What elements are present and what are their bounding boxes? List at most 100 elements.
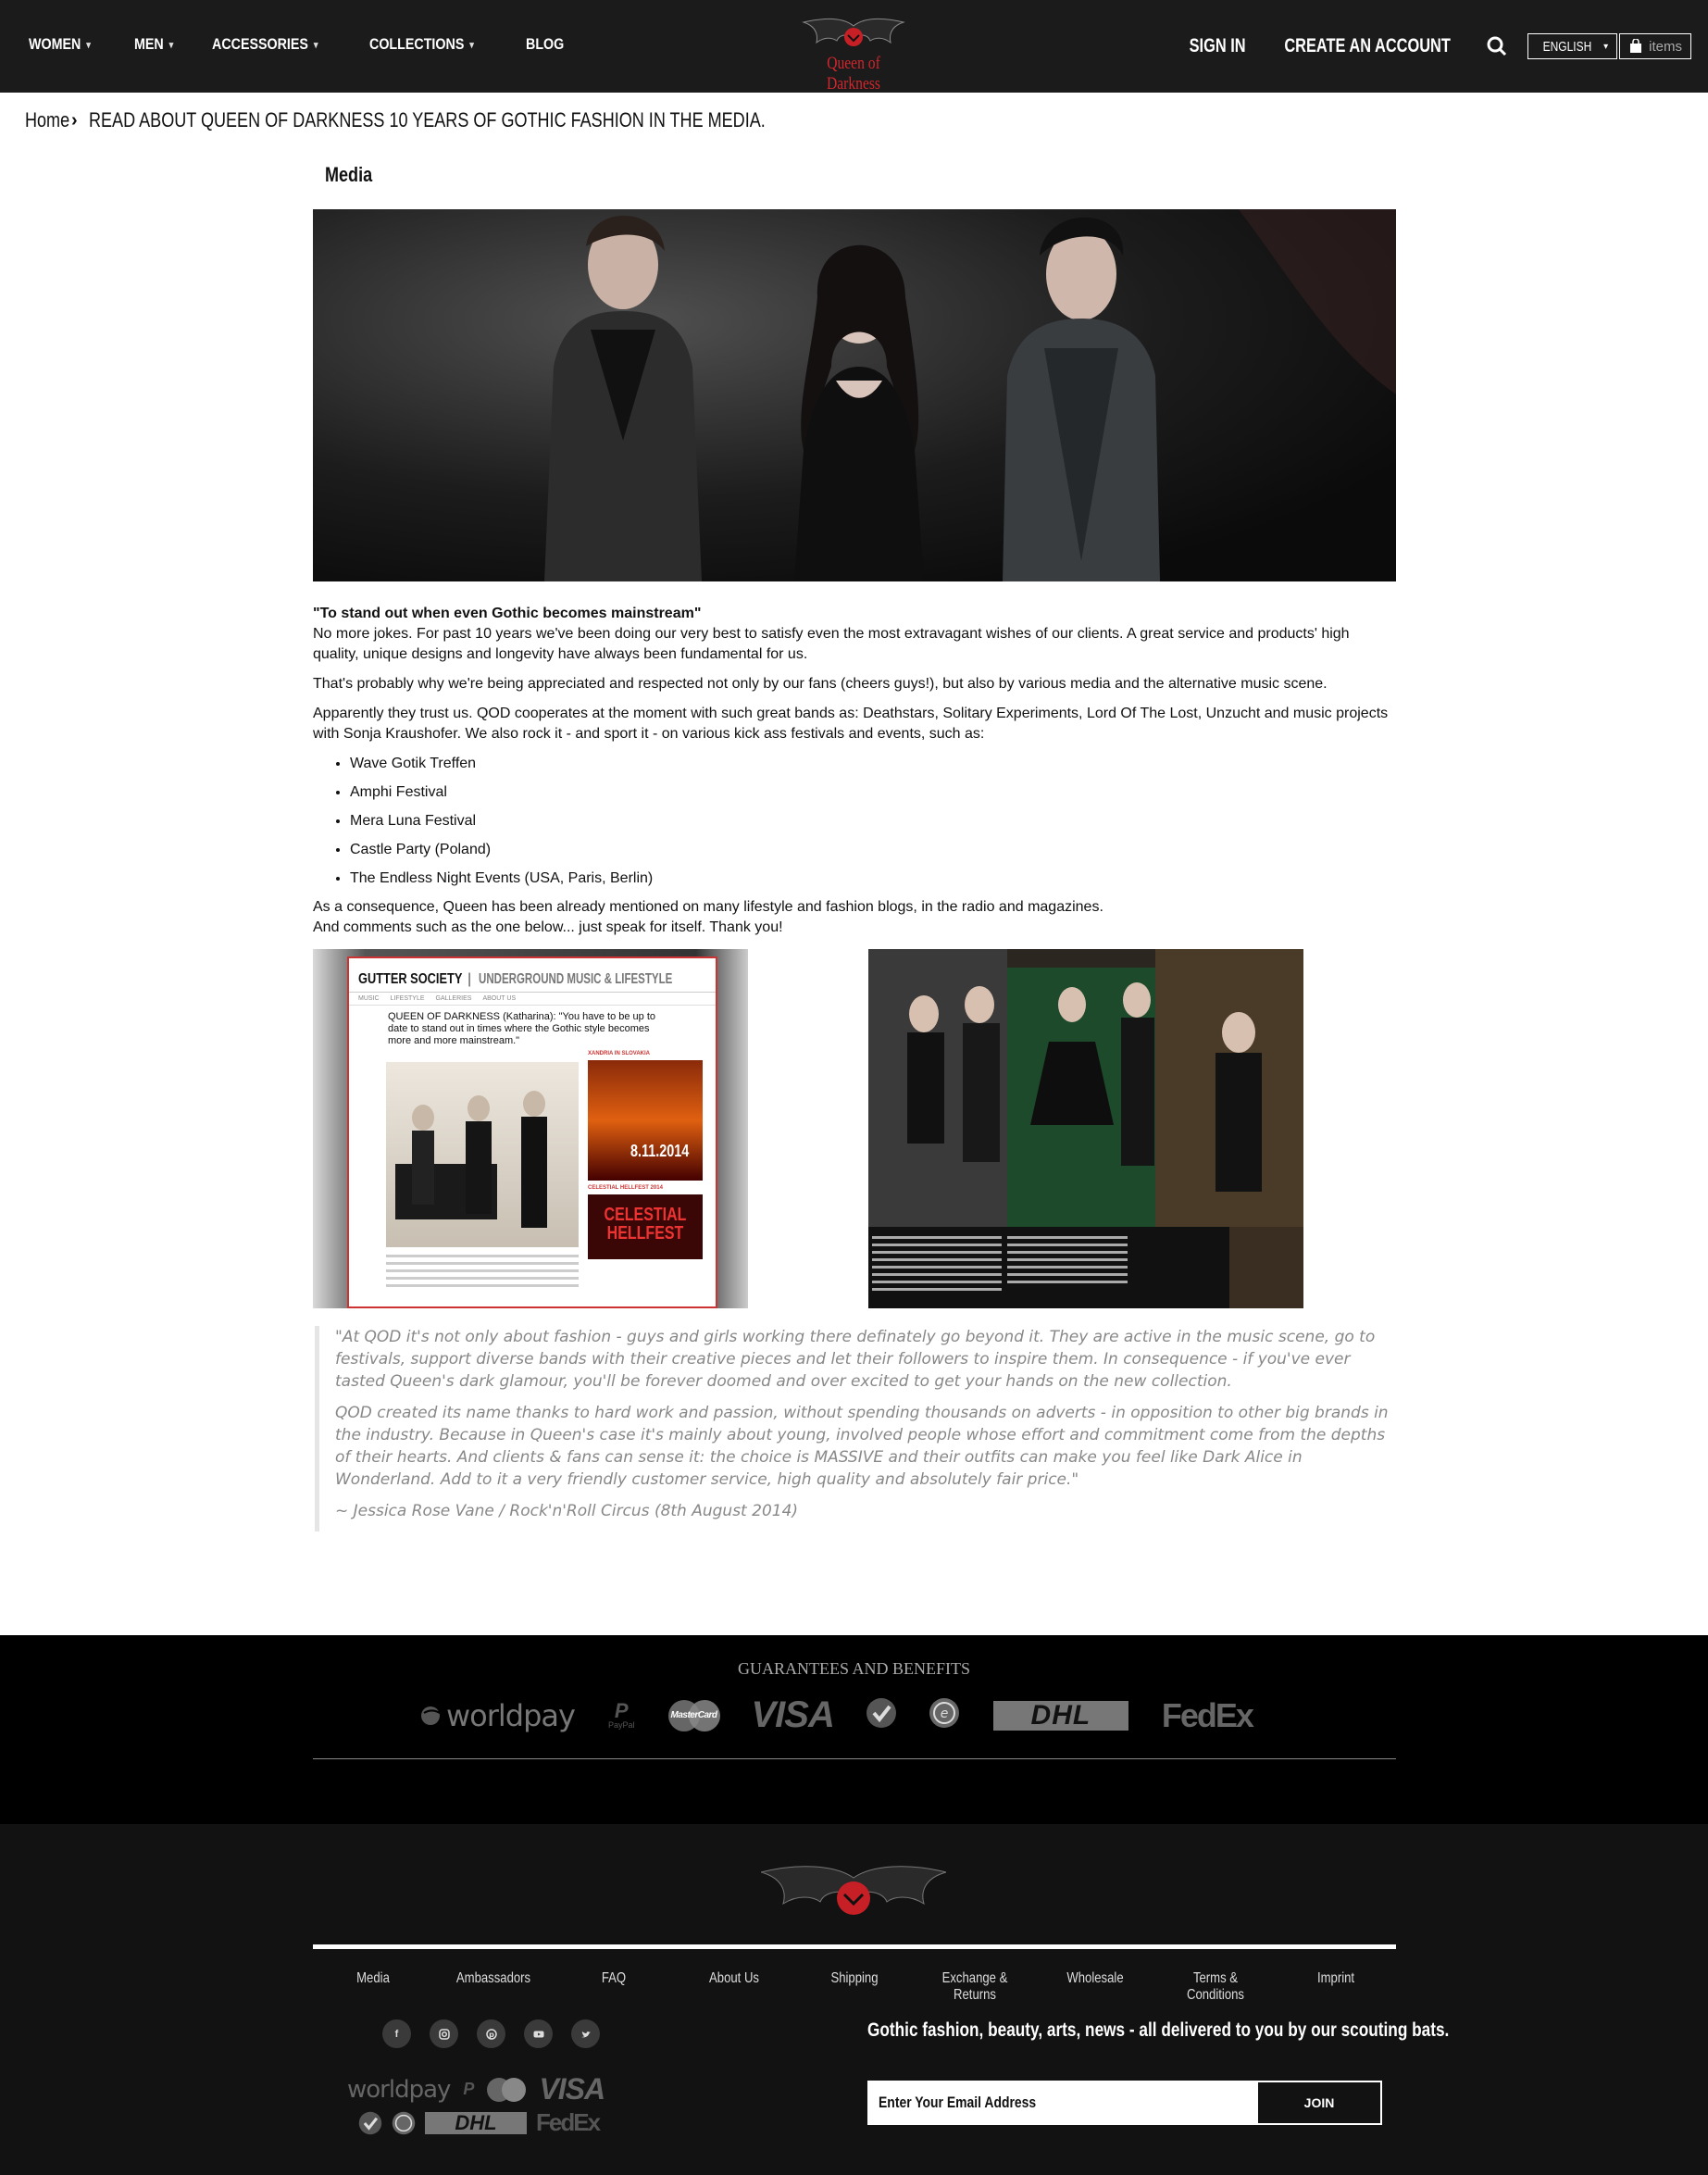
article-paragraph: No more jokes. For past 10 years we've b… [313, 626, 1350, 662]
chevron-down-icon: ▾ [469, 39, 475, 51]
nav-item-women[interactable]: WOMEN ▾ [29, 35, 91, 54]
footer-link-terms[interactable]: Terms & Conditions [1166, 1970, 1265, 2004]
footer-logo[interactable] [759, 1863, 948, 1924]
magazine-spread-image [868, 949, 1303, 1308]
dhl-logo: DHL [425, 2111, 527, 2134]
social-links: f p [382, 2019, 600, 2048]
article-paragraph: As a consequence, Queen has been already… [313, 899, 1103, 915]
youtube-icon[interactable] [524, 2019, 553, 2048]
divider [313, 1758, 1396, 1759]
clip-banner-text: CELESTIAL HELLFEST [604, 1205, 687, 1244]
list-item: Wave Gotik Treffen [350, 754, 1396, 774]
footer-link-exchange-returns[interactable]: Exchange & Returns [926, 1970, 1025, 2004]
breadcrumb: Home › READ ABOUT QUEEN OF DARKNESS 10 Y… [25, 108, 914, 132]
testimonial-quote: "At QOD it's not only about fashion - gu… [315, 1326, 1396, 1531]
trusted-shop-logo [358, 2111, 382, 2134]
footer-link-about-us[interactable]: About Us [685, 1970, 784, 2004]
breadcrumb-home[interactable]: Home [25, 108, 69, 132]
events-list: Wave Gotik Treffen Amphi Festival Mera L… [313, 754, 1396, 889]
visa-logo: VISA [539, 2072, 605, 2106]
clip-sidebar-heading: XANDRIA IN SLOVAKIA [588, 1051, 651, 1056]
nav-item-accessories[interactable]: ACCESSORIES ▾ [212, 35, 318, 54]
clip-headline: QUEEN OF DARKNESS (Katharina): "You have… [388, 1011, 656, 1046]
article-paragraph: Apparently they trust us. QOD cooperates… [313, 706, 1389, 742]
site-logo[interactable]: Queen of Darkness [800, 17, 907, 94]
article-paragraph: And comments such as the one below... ju… [313, 919, 783, 935]
fedex-logo: FedEx [1161, 1695, 1254, 1734]
bat-logo-icon [802, 19, 905, 46]
list-item: The Endless Night Events (USA, Paris, Be… [350, 869, 1396, 889]
footer-links: Media Ambassadors FAQ About Us Shipping … [313, 1970, 1396, 2004]
cart-button[interactable]: items [1619, 33, 1691, 59]
footer-link-faq[interactable]: FAQ [565, 1970, 664, 2004]
chevron-down-icon: ▾ [1603, 41, 1609, 52]
footer-link-imprint[interactable]: Imprint [1287, 1970, 1386, 2004]
chevron-down-icon: ▾ [86, 39, 91, 51]
nav-item-collections[interactable]: COLLECTIONS ▾ [369, 35, 474, 54]
breadcrumb-current: READ ABOUT QUEEN OF DARKNESS 10 YEARS OF… [88, 108, 766, 131]
fedex-logo: FedEx [536, 2108, 601, 2136]
clip-menu-item: GALLERIES [435, 995, 472, 1002]
clip-tagline: UNDERGROUND MUSIC & LIFESTYLE [479, 971, 673, 987]
page-title: Media [325, 163, 373, 186]
list-item: Mera Luna Festival [350, 811, 1396, 831]
create-account-link[interactable]: CREATE AN ACCOUNT [1284, 35, 1451, 57]
footer-link-media[interactable]: Media [324, 1970, 423, 2004]
sign-in-link[interactable]: SIGN IN [1189, 35, 1245, 57]
clip-menu-item: LIFESTYLE [390, 995, 425, 1002]
list-item: Amphi Festival [350, 782, 1396, 803]
language-selector[interactable]: ENGLISH ▾ [1527, 33, 1618, 59]
paypal-logo: P PayPal [607, 1698, 635, 1730]
footer-link-wholesale[interactable]: Wholesale [1046, 1970, 1145, 2004]
list-item: Castle Party (Poland) [350, 840, 1396, 860]
twitter-icon[interactable] [571, 2019, 600, 2048]
nav-item-blog[interactable]: BLOG [526, 35, 564, 54]
newsletter-text: Gothic fashion, beauty, arts, news - all… [867, 2019, 1450, 2041]
mastercard-logo [487, 2077, 527, 2102]
main-nav: WOMEN ▾ MEN ▾ ACCESSORIES ▾ COLLECTIONS ▾ BL… [29, 35, 603, 54]
clip-menu-item: MUSIC [358, 995, 380, 1002]
pinterest-icon[interactable]: p [477, 2019, 505, 2048]
press-clip-image: GUTTER SOCIETY | UNDERGROUND MUSIC & LIF… [313, 949, 748, 1308]
clip-site-name: GUTTER SOCIETY [358, 971, 463, 987]
trusted-shop-logo [866, 1697, 897, 1733]
guarantees-title: GUARANTEES AND BENEFITS [737, 1659, 970, 1678]
quote-paragraph: QOD created its name thanks to hard work… [335, 1404, 1389, 1489]
ekomi-logo: e [929, 1697, 960, 1733]
clip-event-date: 8.11.2014 [630, 1142, 690, 1160]
chevron-right-icon: › [71, 109, 78, 131]
visa-logo: VISA [751, 1694, 835, 1735]
guarantees-section: GUARANTEES AND BENEFITS worldpay P PayPa… [0, 1635, 1708, 1824]
footer-link-shipping[interactable]: Shipping [805, 1970, 904, 2004]
svg-text:p: p [489, 2031, 494, 2039]
article-paragraph: That's probably why we're being apprecia… [313, 676, 1328, 692]
clip-sidebar-heading: CELESTIAL HELLFEST 2014 [588, 1185, 663, 1191]
instagram-icon[interactable] [430, 2019, 458, 2048]
shopping-bag-icon [1630, 39, 1642, 53]
email-field[interactable]: Enter Your Email Address [867, 2081, 1256, 2125]
mastercard-logo: MasterCard [667, 1699, 720, 1731]
join-button[interactable]: JOIN [1256, 2081, 1382, 2125]
hero-image [313, 209, 1396, 581]
payment-logos: worldpay P PayPal MasterCard VISA e DHL … [420, 1694, 1254, 1736]
nav-item-men[interactable]: MEN ▾ [134, 35, 173, 54]
dhl-logo: DHL [992, 1700, 1128, 1731]
footer-payment-logos: worldpay P VISA DHL FedEx [347, 2072, 653, 2137]
paypal-logo: P [463, 2080, 475, 2098]
svg-text:e: e [941, 1706, 949, 1721]
site-footer: Media Ambassadors FAQ About Us Shipping … [0, 1824, 1708, 2175]
footer-link-ambassadors[interactable]: Ambassadors [444, 1970, 543, 2004]
chevron-down-icon: ▾ [168, 39, 173, 51]
facebook-icon[interactable]: f [382, 2019, 411, 2048]
quote-attribution: ~ Jessica Rose Vane / Rock'n'Roll Circus… [335, 1502, 799, 1520]
quote-paragraph: "At QOD it's not only about fashion - gu… [335, 1328, 1376, 1391]
divider [313, 1944, 1396, 1949]
article-lead: "To stand out when even Gothic becomes m… [313, 606, 702, 621]
ekomi-logo [392, 2111, 416, 2134]
search-icon[interactable] [1487, 36, 1507, 56]
article-body: "To stand out when even Gothic becomes m… [313, 604, 1396, 938]
site-header: WOMEN ▾ MEN ▾ ACCESSORIES ▾ COLLECTIONS ▾ BL… [0, 0, 1708, 94]
worldpay-logo: worldpay [420, 1698, 576, 1733]
clip-menu-item: ABOUT US [482, 995, 517, 1002]
header-account-area: SIGN IN CREATE AN ACCOUNT ENGLISH ▾ item… [1181, 33, 1691, 59]
